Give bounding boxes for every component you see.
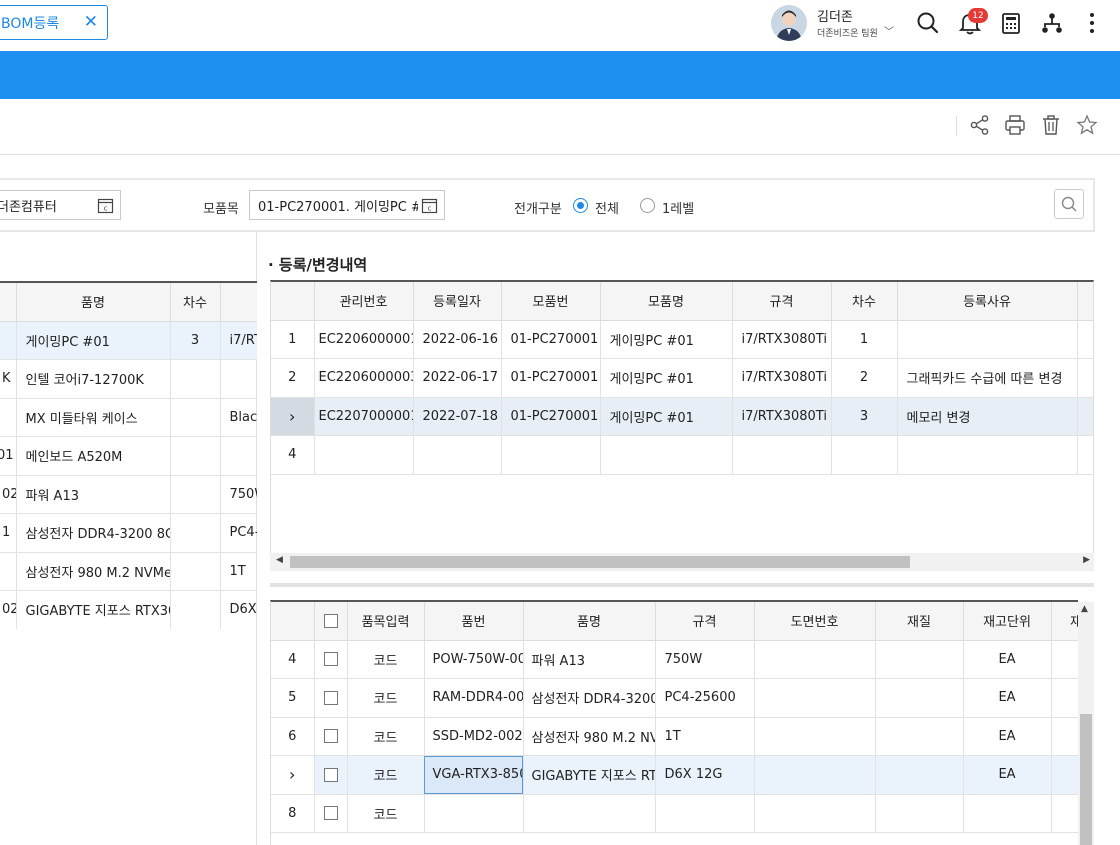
user-dept: 더존비즈온 팀원 (817, 29, 878, 39)
scroll-right-icon[interactable]: ▶ (1083, 555, 1090, 565)
calculator-icon[interactable] (998, 10, 1024, 36)
column-header[interactable]: 도면번호 (754, 602, 876, 641)
code-picker-icon[interactable]: c (97, 197, 114, 218)
bom-detail-grid: 품목입력 품번 품명 규격 도면번호 재질 재고단위 재 4 코드 POW-75… (270, 600, 1078, 845)
row-checkbox[interactable] (323, 729, 338, 744)
star-icon[interactable] (1075, 113, 1099, 137)
table-row[interactable]: 8 코드 (271, 794, 1078, 833)
print-icon[interactable] (1003, 113, 1027, 137)
table-row[interactable]: 게이밍PC #01 3 i7/RTX3080Ti (0, 321, 257, 360)
column-header[interactable]: 재고단위 (963, 602, 1052, 641)
column-header[interactable]: 품번 (424, 602, 524, 641)
column-header[interactable]: 품목입력 (347, 602, 425, 641)
tab-bom-register[interactable]: BOM등록 ✕ (0, 5, 108, 40)
table-row[interactable]: MX 미들타워 케이스 Black (0, 398, 257, 437)
table-row[interactable]: 4 (271, 435, 1093, 475)
notification-badge: 12 (968, 8, 988, 23)
table-row[interactable]: 02 GIGABYTE 지포스 RTX3080 D6X 12G (0, 590, 257, 629)
column-header[interactable]: 규격 (655, 602, 755, 641)
header-divider (0, 154, 1120, 155)
table-row[interactable]: 001 메인보드 A520M (0, 436, 257, 476)
code-picker-icon[interactable]: c (421, 197, 438, 218)
tab-label: BOM등록 (1, 15, 60, 32)
org-chart-icon[interactable] (1039, 10, 1065, 36)
table-row[interactable]: 4 코드 POW-750W-002 파워 A13 750W EA (271, 640, 1078, 679)
row-checkbox[interactable] (323, 767, 338, 782)
svg-text:c: c (104, 205, 108, 213)
menu-bar (0, 51, 1120, 99)
table-row[interactable]: 1 삼성전자 DDR4-3200 8G PC4-25600 (0, 513, 257, 553)
table-row[interactable]: 5 코드 RAM-DDR4-001 삼성전자 DDR4-3200 8G PC4-… (271, 678, 1078, 718)
scroll-thumb[interactable] (1080, 714, 1092, 845)
column-header[interactable]: 관리번호 (314, 282, 414, 321)
table-row-selected[interactable]: › 코드 VGA-RTX3-8502 GIGABYTE 지포스 RTX3080 … (271, 755, 1078, 795)
search-button[interactable] (1054, 189, 1084, 219)
column-header[interactable]: 모품번 (501, 282, 601, 321)
company-value: 더존컴퓨터 (0, 199, 57, 215)
scroll-up-icon[interactable]: ▲ (1081, 604, 1088, 614)
table-row[interactable]: 1 EC2206000001 2022-06-16 01-PC270001 게이… (271, 320, 1093, 359)
table-row[interactable]: 02 파워 A13 750W (0, 475, 257, 514)
bom-tree-grid: 품명 차수 게이밍PC #01 3 i7/RTX3080Ti K 인텔 코어i7… (0, 281, 257, 629)
search-icon (1061, 196, 1077, 212)
vertical-scrollbar[interactable]: ▲ (1078, 602, 1094, 845)
column-header[interactable]: 재질 (875, 602, 964, 641)
chevron-down-icon[interactable]: ﹀ (884, 23, 894, 38)
history-grid: 관리번호 등록일자 모품번 모품명 규격 차수 등록사유 1 EC2206000… (270, 280, 1094, 553)
top-bar: BOM등록 ✕ 김더존 더존비즈온 팀원 ﹀ 12 (0, 0, 1120, 51)
column-header[interactable]: 모품명 (600, 282, 733, 321)
expand-type-label: 전개구분 (514, 202, 562, 217)
trash-icon[interactable] (1039, 113, 1063, 137)
share-icon[interactable] (968, 113, 992, 137)
column-header[interactable]: 품명 (16, 283, 171, 322)
column-header[interactable] (220, 283, 257, 322)
scroll-left-icon[interactable]: ◀ (276, 555, 283, 565)
column-header[interactable]: 차수 (170, 283, 221, 322)
svg-text:c: c (428, 205, 432, 213)
table-row[interactable]: K 인텔 코어i7-12700K (0, 359, 257, 399)
radio-level1-label: 1레벨 (662, 202, 695, 217)
selected-cell[interactable]: VGA-RTX3-8502 (424, 755, 524, 795)
avatar[interactable] (771, 5, 807, 41)
user-name[interactable]: 김더존 (817, 6, 853, 25)
column-header[interactable]: 품명 (523, 602, 656, 641)
parent-item-value: 01-PC270001. 게이밍PC #01 (258, 199, 418, 215)
parent-item-label: 모품목 (203, 202, 239, 217)
column-header[interactable]: 등록일자 (413, 282, 502, 321)
select-all-checkbox-cell[interactable] (314, 602, 348, 641)
parent-item-field[interactable]: 01-PC270001. 게이밍PC #01 c (249, 190, 445, 220)
radio-all-label: 전체 (595, 202, 619, 217)
close-icon[interactable]: ✕ (84, 12, 98, 32)
toolbar-divider (956, 116, 957, 136)
section-title-history: · 등록/변경내역 (268, 256, 368, 274)
table-row[interactable]: 6 코드 SSD-MD2-002 삼성전자 980 M.2 NVMe 1T EA (271, 717, 1078, 756)
column-header[interactable]: 재 (1051, 602, 1078, 641)
column-header[interactable]: 규격 (732, 282, 832, 321)
horizontal-scrollbar[interactable]: ◀ ▶ (270, 553, 1094, 571)
scroll-thumb[interactable] (290, 556, 910, 568)
radio-all[interactable] (573, 198, 588, 213)
column-header[interactable] (0, 283, 17, 322)
company-field[interactable]: 더존컴퓨터 c (0, 190, 121, 220)
column-header (271, 602, 315, 641)
row-checkbox[interactable] (323, 652, 338, 667)
column-header[interactable]: 등록사유 (897, 282, 1078, 321)
table-row-selected[interactable]: › EC2207000001 2022-07-18 01-PC270001 게이… (271, 397, 1093, 436)
select-all-checkbox[interactable] (323, 613, 338, 628)
grid-splitter[interactable] (270, 583, 1094, 587)
radio-level1[interactable] (640, 198, 655, 213)
row-checkbox[interactable] (323, 806, 338, 821)
row-checkbox[interactable] (323, 690, 338, 705)
column-header[interactable]: 차수 (831, 282, 898, 321)
column-header (271, 282, 315, 321)
table-row[interactable]: 삼성전자 980 M.2 NVMe 1T (0, 552, 257, 591)
column-header (1077, 282, 1093, 321)
search-icon[interactable] (915, 10, 941, 36)
more-vertical-icon[interactable] (1079, 10, 1105, 36)
table-row[interactable]: 2 EC2206000003 2022-06-17 01-PC270001 게이… (271, 358, 1093, 398)
